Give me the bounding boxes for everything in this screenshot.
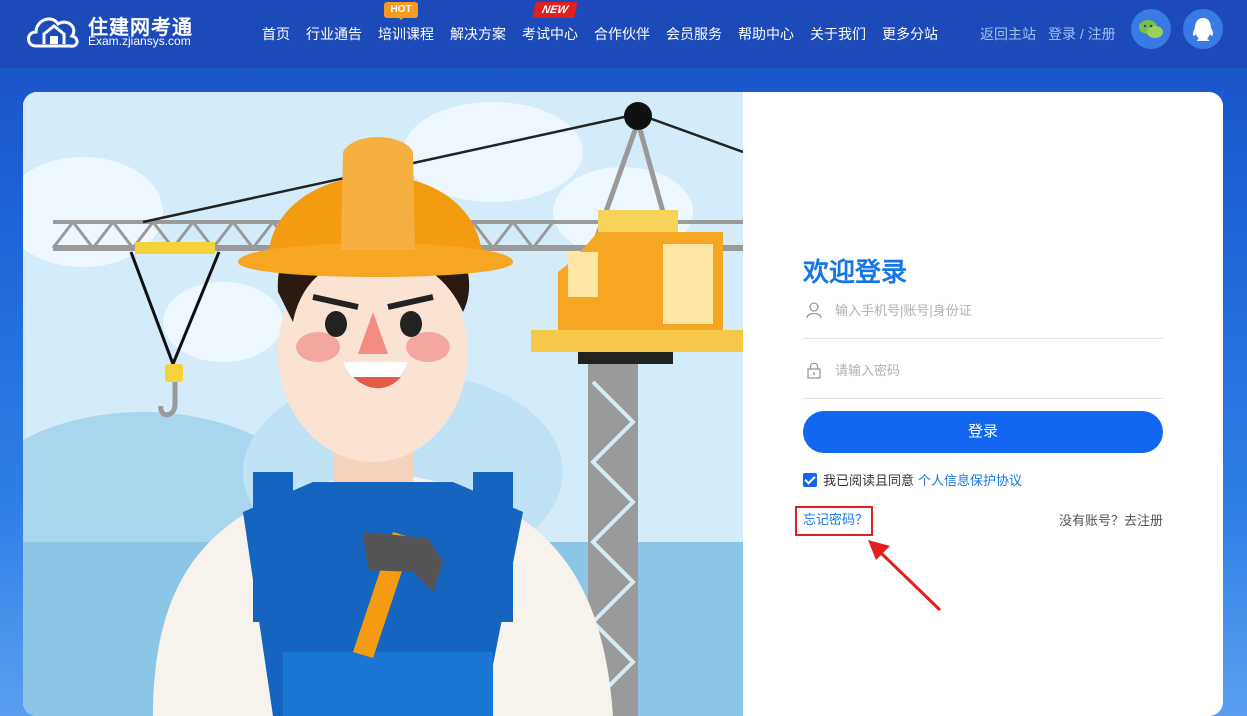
nav-partners[interactable]: 合作伙伴	[594, 24, 650, 44]
construction-worker-illustration	[23, 92, 744, 716]
agree-checkbox[interactable]	[803, 473, 817, 487]
nav-about-us[interactable]: 关于我们	[810, 24, 866, 44]
privacy-agreement-link[interactable]: 个人信息保护协议	[918, 473, 1022, 488]
site-logo[interactable]: 住建网考通 Exam.zjiansys.com	[24, 8, 204, 54]
red-arrow-annotation	[868, 540, 942, 612]
register-link[interactable]: 没有账号？去注册	[1059, 510, 1163, 529]
login-panel: 欢迎登录 登录 我已阅读且同意个人信息保护协议 忘记密码？ 没有账号？去注册	[795, 92, 1163, 716]
nav-more-sites[interactable]: 更多分站	[882, 24, 938, 44]
nav-member-service[interactable]: 会员服务	[666, 24, 722, 44]
nav-help-center[interactable]: 帮助中心	[738, 24, 794, 44]
house-cloud-icon	[27, 17, 79, 48]
lock-icon	[807, 362, 821, 379]
password-field	[803, 349, 1163, 399]
login-button[interactable]: 登录	[803, 411, 1163, 453]
qq-icon[interactable]	[1183, 9, 1223, 49]
nav-home[interactable]: 首页	[262, 24, 290, 44]
password-input[interactable]	[835, 359, 1155, 381]
nav-exam-center[interactable]: NEW 考试中心	[522, 2, 578, 44]
wechat-icon[interactable]	[1131, 9, 1171, 49]
user-icon	[806, 302, 822, 319]
nav-solutions[interactable]: 解决方案	[450, 24, 506, 44]
nav-training-label: 培训课程	[378, 26, 434, 42]
new-badge: NEW	[532, 2, 578, 18]
nav-training-courses[interactable]: HOT 培训课程	[378, 2, 434, 44]
account-input[interactable]	[835, 299, 1155, 321]
return-main-link[interactable]: 返回主站	[980, 24, 1036, 44]
logo-subtitle: Exam.zjiansys.com	[88, 34, 191, 48]
login-register-link[interactable]: 登录 / 注册	[1048, 24, 1116, 44]
nav-industry-notice[interactable]: 行业通告	[306, 24, 362, 44]
hot-badge: HOT	[384, 2, 418, 20]
nav-exam-label: 考试中心	[522, 26, 578, 42]
login-title: 欢迎登录	[803, 257, 908, 287]
login-card: 欢迎登录 登录 我已阅读且同意个人信息保护协议 忘记密码？ 没有账号？去注册	[23, 92, 1223, 716]
agreement-row: 我已阅读且同意 个人信息保护协议	[803, 470, 1022, 489]
top-header: 住建网考通 Exam.zjiansys.com 首页 行业通告 HOT 培训课程…	[0, 0, 1247, 68]
agree-text: 我已阅读且同意	[823, 473, 915, 488]
account-field	[803, 289, 1163, 339]
